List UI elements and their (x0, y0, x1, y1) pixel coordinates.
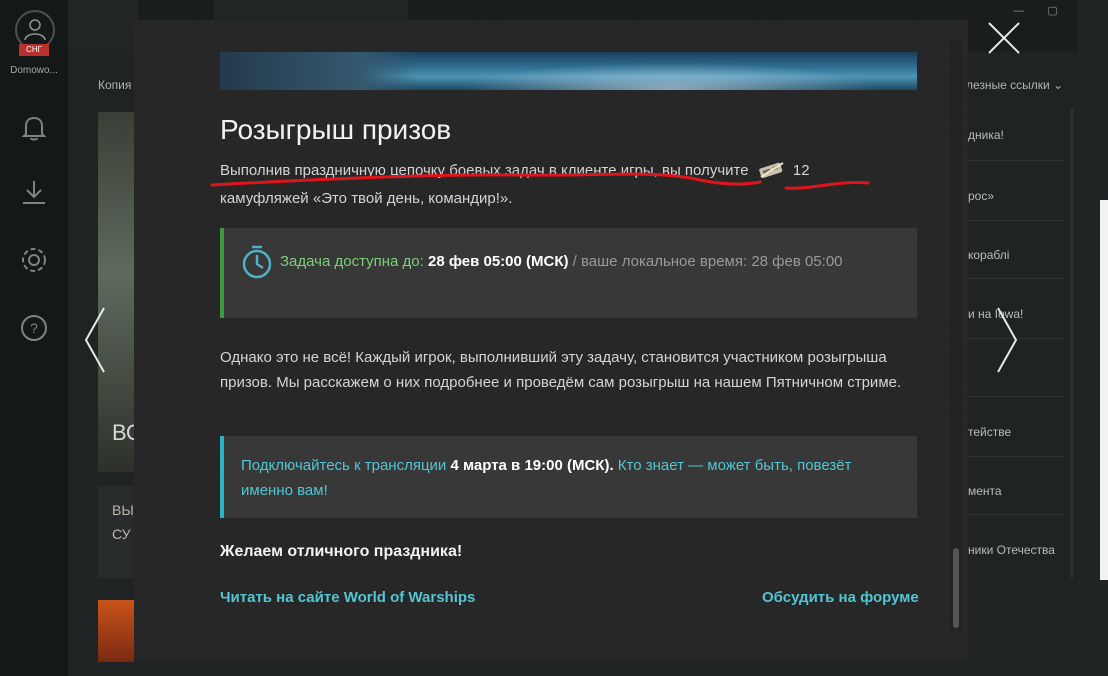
arrow-left-icon[interactable] (82, 306, 108, 374)
divider (968, 160, 1064, 161)
ship-image (220, 52, 420, 90)
page-title: Розыгрыш призов (220, 114, 452, 145)
divider (968, 396, 1064, 397)
body-text: Однако это не всё! Каждый игрок, выполни… (220, 349, 902, 391)
divider (968, 278, 1064, 279)
useful-link[interactable]: рос» (968, 189, 994, 203)
divider (968, 514, 1064, 515)
camouflage-icon (758, 162, 784, 179)
useful-link[interactable]: мента (968, 484, 1002, 498)
news-card-2-line2: СУ (112, 526, 131, 542)
gear-icon[interactable] (18, 244, 50, 276)
intro-text-end: камуфляжей «Это твой день, командир!». (220, 190, 513, 207)
news-card-2-title: ВЫ СУ (112, 498, 134, 546)
breadcrumb: Копия (98, 78, 132, 92)
modal-scrollbar[interactable] (950, 40, 962, 630)
useful-link[interactable]: тействе (968, 425, 1011, 439)
svg-text:?: ? (30, 320, 38, 336)
useful-link[interactable]: кораблі (968, 248, 1009, 262)
useful-links-header[interactable]: лезные ссылки ⌄ (966, 78, 1063, 92)
read-on-site-link[interactable]: Читать на сайте World of Warships (220, 589, 475, 606)
modal-scrollbar-thumb[interactable] (953, 548, 959, 628)
help-icon[interactable]: ? (18, 312, 50, 344)
news-card-2-line1: ВЫ (112, 502, 134, 518)
stream-box: Подключайтесь к трансляции 4 марта в 19:… (220, 436, 917, 518)
tab-home[interactable] (68, 0, 138, 52)
window-edge-light (1100, 200, 1108, 580)
arrow-right-icon[interactable] (994, 306, 1020, 374)
task-date: 28 фев 05:00 (МСК) (427, 253, 569, 270)
wave-image (460, 62, 880, 90)
intro-text-main: Выполнив праздничную цепочку боевых зада… (220, 162, 749, 179)
news-card-image[interactable] (98, 112, 134, 472)
timer-icon (242, 245, 272, 279)
download-icon[interactable] (18, 177, 50, 209)
wish-text: Желаем отличного праздника! (220, 543, 463, 560)
divider (968, 456, 1064, 457)
news-card-3[interactable] (98, 600, 134, 662)
reward-count: 12 (792, 162, 810, 179)
useful-link[interactable]: ники Отечества (968, 543, 1055, 557)
stream-text-1: Подключайтесь к трансляции (241, 457, 447, 474)
user-name[interactable]: Domowo... (2, 65, 66, 76)
useful-link[interactable]: дника! (968, 128, 1004, 142)
task-label: Задача доступна до: (280, 253, 424, 270)
discuss-forum-link[interactable]: Обсудить на форуме (762, 589, 919, 606)
right-scrollbar[interactable] (1070, 108, 1074, 578)
region-badge: СНГ (19, 44, 49, 56)
divider (968, 220, 1064, 221)
close-icon[interactable] (986, 20, 1022, 56)
bell-icon[interactable] (18, 112, 50, 144)
task-deadline: Задача доступна до: 28 фев 05:00 (МСК) /… (280, 253, 843, 270)
banner-image (220, 52, 917, 90)
user-icon (24, 19, 46, 41)
stream-date: 4 марта в 19:00 (МСК). (450, 457, 614, 474)
intro-text: Выполнив праздничную цепочку боевых зада… (220, 157, 920, 213)
sidebar: СНГ Domowo... ? (0, 0, 68, 676)
task-deadline-box: Задача доступна до: 28 фев 05:00 (МСК) /… (220, 228, 917, 318)
task-local-time: / ваше локальное время: 28 фев 05:00 (572, 253, 843, 270)
